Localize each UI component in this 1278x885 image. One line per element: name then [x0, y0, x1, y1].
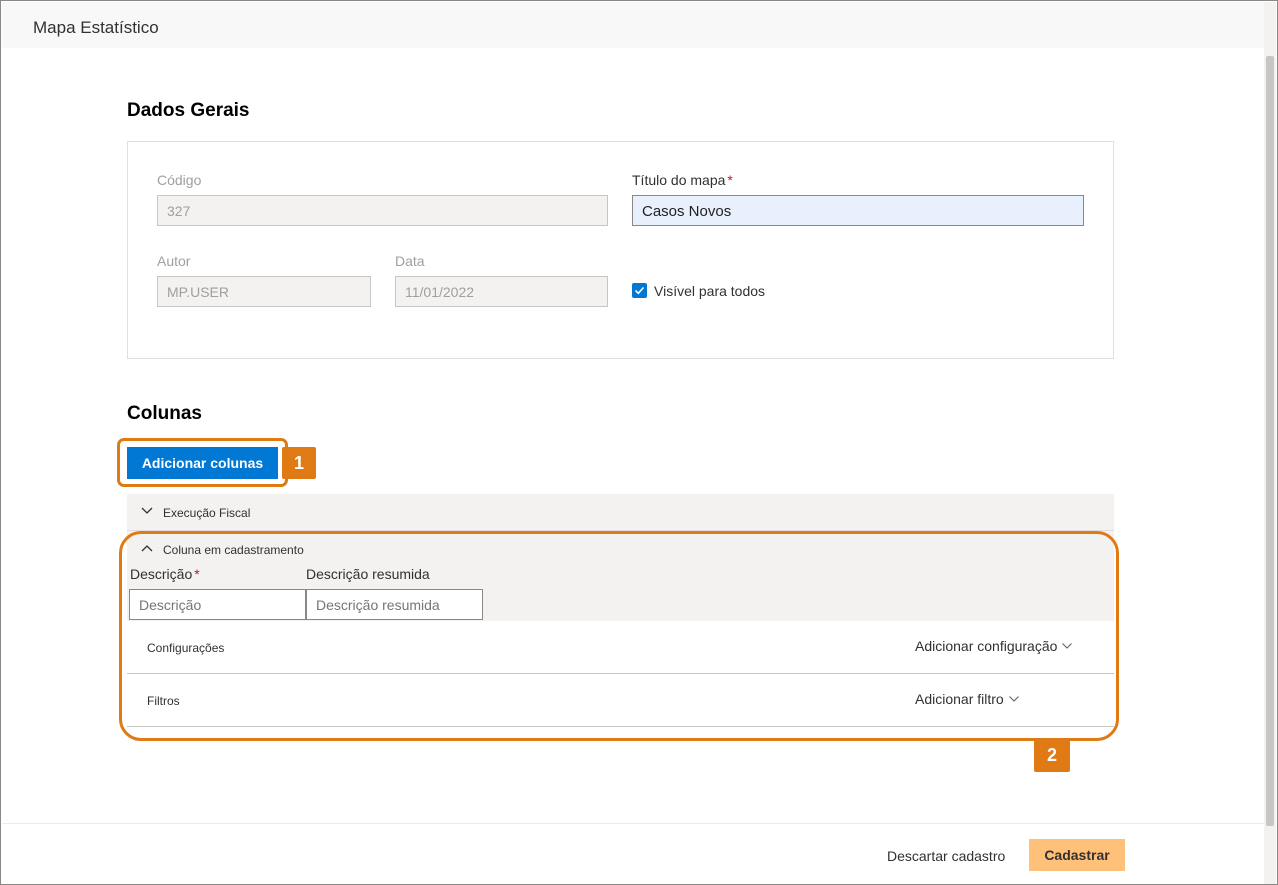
dados-gerais-card: [127, 141, 1114, 359]
scrollbar-thumb[interactable]: [1266, 56, 1274, 826]
callout-highlight-2: [119, 531, 1119, 741]
add-columns-button[interactable]: Adicionar colunas: [127, 447, 278, 479]
data-label: Data: [395, 253, 425, 269]
autor-field: MP.USER: [157, 276, 371, 307]
chevron-down-icon: [141, 507, 153, 514]
autor-label: Autor: [157, 253, 191, 269]
data-field: 11/01/2022: [395, 276, 608, 307]
section-heading-colunas: Colunas: [127, 403, 202, 424]
titulo-label: Título do mapa *: [632, 172, 733, 188]
discard-button[interactable]: Descartar cadastro: [887, 848, 1005, 864]
checkmark-icon: [634, 286, 645, 295]
window-title: Mapa Estatístico: [33, 18, 159, 37]
callout-badge-1: 1: [282, 447, 316, 479]
titulo-label-text: Título do mapa: [632, 172, 726, 188]
codigo-label: Código: [157, 172, 202, 188]
app-window: Mapa Estatístico Dados Gerais Código 327…: [0, 0, 1278, 885]
title-bar: Mapa Estatístico: [2, 2, 1264, 48]
submit-button[interactable]: Cadastrar: [1029, 839, 1125, 871]
codigo-field: 327: [157, 195, 608, 226]
callout-badge-2: 2: [1034, 739, 1070, 772]
required-mark: *: [727, 172, 733, 188]
accordion-execucao-fiscal[interactable]: Execução Fiscal: [127, 494, 1114, 531]
visivel-checkbox[interactable]: [632, 283, 647, 298]
accordion-label: Execução Fiscal: [163, 506, 251, 520]
section-heading-dados-gerais: Dados Gerais: [127, 100, 250, 121]
visivel-label[interactable]: Visível para todos: [654, 283, 765, 299]
titulo-input[interactable]: Casos Novos: [632, 195, 1084, 226]
vertical-scrollbar[interactable]: [1264, 2, 1276, 884]
